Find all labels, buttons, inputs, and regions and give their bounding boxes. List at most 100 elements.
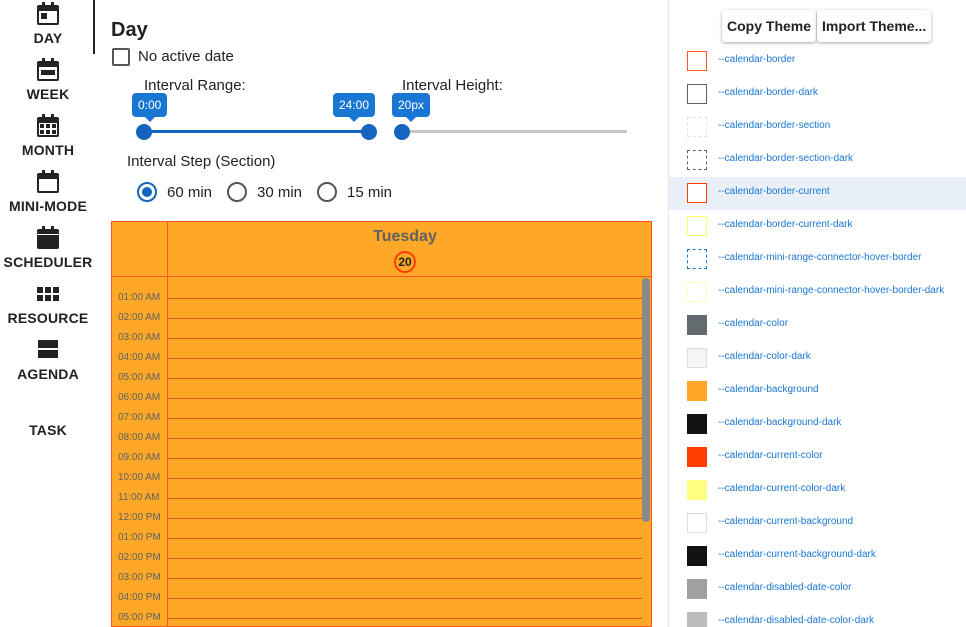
theme-swatch-row[interactable]: --calendar-current-background bbox=[669, 507, 966, 540]
theme-swatch-row[interactable]: --calendar-border bbox=[669, 45, 966, 78]
interval-step-label: Interval Step (Section) bbox=[127, 153, 276, 170]
interval-line bbox=[168, 418, 642, 419]
calendar-weekday-label: Tuesday bbox=[373, 228, 437, 245]
calendar-interval-row[interactable]: 03:00 AM bbox=[112, 332, 651, 358]
calendar-date-button[interactable]: 20 bbox=[394, 251, 416, 273]
calendar-interval-row[interactable]: 01:00 AM bbox=[112, 292, 651, 318]
nav-item-agenda[interactable]: AGENDA bbox=[0, 336, 96, 388]
calendar-interval-row[interactable]: 07:00 AM bbox=[112, 412, 651, 438]
theme-variable-name[interactable]: --calendar-border-section-dark bbox=[718, 153, 853, 164]
color-swatch[interactable] bbox=[687, 546, 707, 566]
theme-variable-name[interactable]: --calendar-color-dark bbox=[718, 351, 811, 362]
color-swatch[interactable] bbox=[687, 315, 707, 335]
theme-variable-name[interactable]: --calendar-border bbox=[718, 54, 795, 65]
color-swatch[interactable] bbox=[687, 414, 707, 434]
color-swatch[interactable] bbox=[687, 513, 707, 533]
theme-swatch-row[interactable]: --calendar-color bbox=[669, 309, 966, 342]
calendar-interval-row[interactable]: 09:00 AM bbox=[112, 452, 651, 478]
theme-swatch-row[interactable]: --calendar-disabled-date-color-dark bbox=[669, 606, 966, 627]
nav-item-week[interactable]: WEEK bbox=[0, 56, 96, 108]
theme-swatch-row[interactable]: --calendar-mini-range-connector-hover-bo… bbox=[669, 276, 966, 309]
theme-swatch-row[interactable]: --calendar-current-color-dark bbox=[669, 474, 966, 507]
color-swatch[interactable] bbox=[687, 84, 707, 104]
nav-item-day[interactable]: DAY bbox=[0, 0, 96, 52]
calendar-interval-row[interactable]: 01:00 PM bbox=[112, 532, 651, 558]
calendar-interval-row[interactable]: 08:00 AM bbox=[112, 432, 651, 458]
theme-swatch-row[interactable]: --calendar-current-color bbox=[669, 441, 966, 474]
copy-theme-button[interactable]: Copy Theme bbox=[722, 10, 817, 42]
calendar-day-header[interactable]: Tuesday 20 bbox=[168, 222, 651, 277]
calendar-interval-row[interactable]: 06:00 AM bbox=[112, 392, 651, 418]
interval-height-value: 20px bbox=[392, 93, 431, 122]
calendar-interval-row[interactable]: 03:00 PM bbox=[112, 572, 651, 598]
theme-variable-name[interactable]: --calendar-border-section bbox=[718, 120, 830, 131]
interval-line bbox=[168, 518, 642, 519]
theme-variable-name[interactable]: --calendar-border-current bbox=[718, 186, 830, 197]
color-swatch[interactable] bbox=[687, 117, 707, 137]
nav-item-task[interactable]: TASK bbox=[0, 392, 96, 444]
theme-variable-name[interactable]: --calendar-disabled-date-color-dark bbox=[718, 615, 874, 626]
theme-variable-name[interactable]: --calendar-current-background bbox=[718, 516, 853, 527]
theme-variable-name[interactable]: --calendar-mini-range-connector-hover-bo… bbox=[718, 285, 944, 296]
color-swatch[interactable] bbox=[687, 216, 707, 236]
interval-range-start-thumb[interactable] bbox=[136, 124, 152, 140]
theme-variable-name[interactable]: --calendar-background bbox=[718, 384, 819, 395]
color-swatch[interactable] bbox=[687, 183, 707, 203]
calendar-interval-row[interactable]: 12:00 PM bbox=[112, 512, 651, 538]
calendar-interval-row[interactable]: 02:00 AM bbox=[112, 312, 651, 338]
color-swatch[interactable] bbox=[687, 579, 707, 599]
calendar-interval-row[interactable]: 10:00 AM bbox=[112, 472, 651, 498]
calendar-blank-icon bbox=[37, 170, 59, 193]
theme-variable-name[interactable]: --calendar-disabled-date-color bbox=[718, 582, 851, 593]
calendar-interval-row[interactable]: 04:00 AM bbox=[112, 352, 651, 378]
no-active-date-checkbox[interactable] bbox=[112, 48, 130, 66]
theme-variable-name[interactable]: --calendar-border-dark bbox=[718, 87, 818, 98]
calendar-interval-row[interactable]: 02:00 PM bbox=[112, 552, 651, 578]
color-swatch[interactable] bbox=[687, 51, 707, 71]
theme-swatch-row[interactable]: --calendar-border-current-dark bbox=[669, 210, 966, 243]
color-swatch[interactable] bbox=[687, 282, 707, 302]
color-swatch[interactable] bbox=[687, 249, 707, 269]
theme-swatch-row[interactable]: --calendar-background bbox=[669, 375, 966, 408]
theme-swatch-row[interactable]: --calendar-disabled-date-color bbox=[669, 573, 966, 606]
theme-swatch-row[interactable]: --calendar-current-background-dark bbox=[669, 540, 966, 573]
nav-item-mini-mode[interactable]: MINI-MODE bbox=[0, 168, 96, 220]
color-swatch[interactable] bbox=[687, 447, 707, 467]
theme-variable-name[interactable]: --calendar-mini-range-connector-hover-bo… bbox=[718, 252, 921, 263]
nav-item-month[interactable]: MONTH bbox=[0, 112, 96, 164]
theme-variable-name[interactable]: --calendar-border-current-dark bbox=[718, 219, 853, 230]
color-swatch[interactable] bbox=[687, 348, 707, 368]
theme-variable-name[interactable]: --calendar-current-color-dark bbox=[718, 483, 845, 494]
import-theme-button[interactable]: Import Theme... bbox=[817, 10, 932, 42]
color-swatch[interactable] bbox=[687, 480, 707, 500]
interval-time-label: 06:00 AM bbox=[118, 392, 161, 403]
interval-time-label: 09:00 AM bbox=[118, 452, 161, 463]
color-swatch[interactable] bbox=[687, 381, 707, 401]
nav-item-scheduler[interactable]: SCHEDULER bbox=[0, 224, 96, 276]
theme-variable-name[interactable]: --calendar-color bbox=[718, 318, 788, 329]
theme-variable-name[interactable]: --calendar-background-dark bbox=[718, 417, 841, 428]
calendar-interval-row[interactable]: 04:00 PM bbox=[112, 592, 651, 618]
interval-height-track[interactable] bbox=[402, 130, 627, 133]
interval-line bbox=[168, 478, 642, 479]
calendar-interval-row[interactable]: 11:00 AM bbox=[112, 492, 651, 518]
interval-time-label: 07:00 AM bbox=[118, 412, 161, 423]
theme-swatch-row[interactable]: --calendar-color-dark bbox=[669, 342, 966, 375]
calendar-scrollbar[interactable] bbox=[642, 278, 650, 522]
interval-time-label: 04:00 PM bbox=[118, 592, 161, 603]
theme-variable-name[interactable]: --calendar-current-color bbox=[718, 450, 822, 461]
theme-swatch-row[interactable]: --calendar-border-section bbox=[669, 111, 966, 144]
interval-range-end-thumb[interactable] bbox=[361, 124, 377, 140]
interval-height-thumb[interactable] bbox=[394, 124, 410, 140]
theme-swatch-row[interactable]: --calendar-border-section-dark bbox=[669, 144, 966, 177]
theme-swatch-row[interactable]: --calendar-border-dark bbox=[669, 78, 966, 111]
nav-item-resource[interactable]: RESOURCE bbox=[0, 280, 96, 332]
color-swatch[interactable] bbox=[687, 612, 707, 627]
theme-swatch-row[interactable]: --calendar-border-current bbox=[669, 177, 966, 210]
theme-variable-name[interactable]: --calendar-current-background-dark bbox=[718, 549, 876, 560]
color-swatch[interactable] bbox=[687, 150, 707, 170]
theme-swatch-row[interactable]: --calendar-mini-range-connector-hover-bo… bbox=[669, 243, 966, 276]
theme-swatch-row[interactable]: --calendar-background-dark bbox=[669, 408, 966, 441]
calendar-interval-row[interactable]: 05:00 AM bbox=[112, 372, 651, 398]
calendar-interval-row[interactable]: 05:00 PM bbox=[112, 612, 651, 626]
